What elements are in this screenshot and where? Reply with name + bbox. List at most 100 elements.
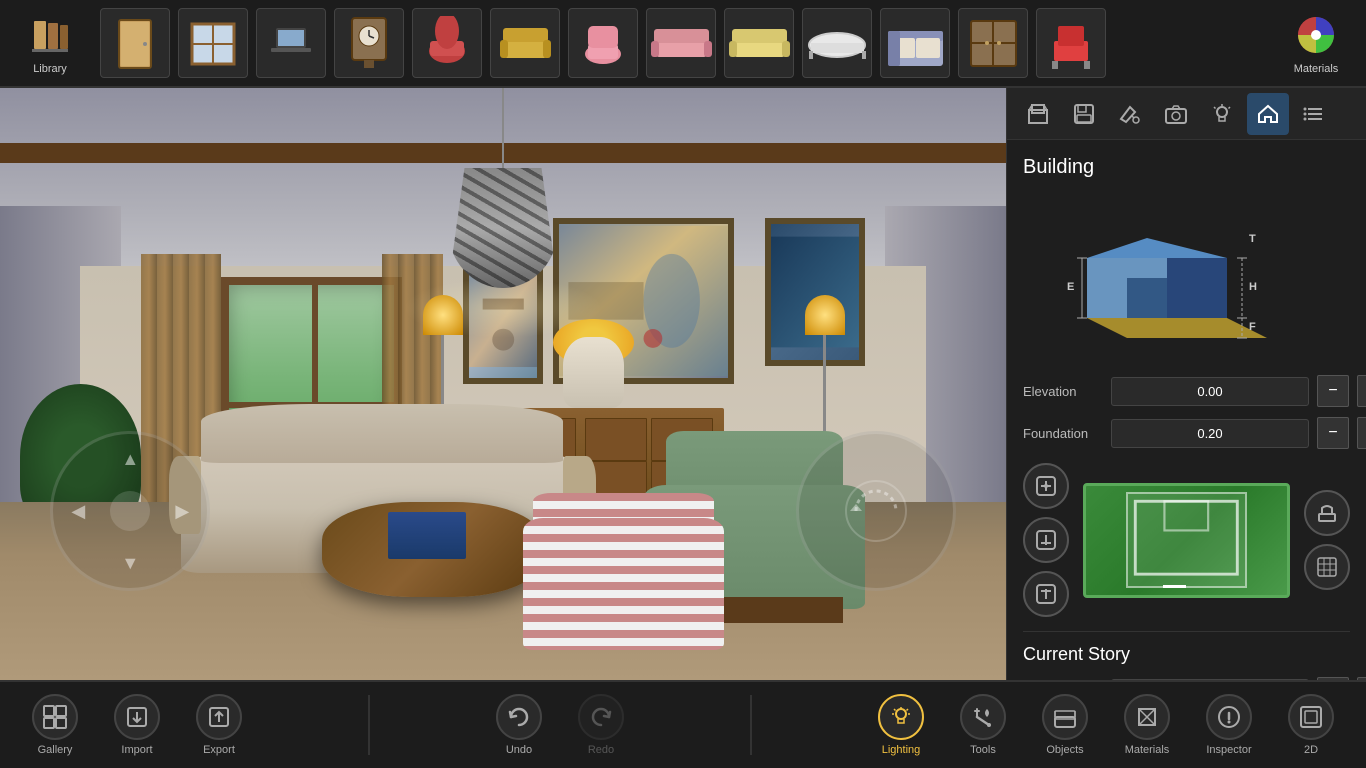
furniture-window[interactable] [178,8,248,78]
floor-lamp-left-head [423,295,463,335]
furniture-cabinet[interactable] [958,8,1028,78]
nav-right-arrow[interactable]: ▶ [167,496,197,526]
lighting-icon [878,694,924,740]
elevation-label: Elevation [1023,384,1103,399]
inspector-icon [1206,694,1252,740]
materials-icon [1292,11,1340,59]
nav-control-right[interactable] [796,431,956,591]
nav-up-arrow[interactable]: ▲ [115,444,145,474]
panel-top-icons [1007,88,1366,140]
elevation-increase-btn[interactable]: + [1357,375,1366,407]
building-title: Building [1023,156,1350,179]
objects-label: Objects [1046,744,1083,756]
lamp-cord [502,88,504,168]
divider-2 [750,695,752,755]
lighting-label: Lighting [882,744,921,756]
foundation-increase-btn[interactable]: + [1357,417,1366,449]
svg-text:H: H [1249,281,1257,293]
materials-btn-bottom[interactable]: Materials [1112,694,1182,756]
striped-chair-body [523,518,724,651]
bottom-group-tools: Lighting Tools O [866,694,1346,756]
inspector-btn[interactable]: Inspector [1194,694,1264,756]
floor-plan-door [1163,585,1186,588]
lighting-btn[interactable]: Lighting [866,694,936,756]
materials-button[interactable]: Materials [1276,3,1356,83]
elevation-input[interactable] [1111,377,1309,406]
bottom-toolbar: Gallery Import Export [0,680,1366,768]
import-btn[interactable]: Import [102,694,172,756]
panel-light-btn[interactable] [1201,93,1243,135]
furniture-chair-red2[interactable] [1036,8,1106,78]
nav-down-arrow[interactable]: ▼ [115,548,145,578]
foundation-input[interactable] [1111,419,1309,448]
coffee-table [322,502,543,597]
elevation-decrease-btn[interactable]: − [1317,375,1349,407]
import-label: Import [121,744,152,756]
foundation-decrease-btn[interactable]: − [1317,417,1349,449]
striped-chair [523,485,724,651]
furniture-laptop[interactable] [256,8,326,78]
foundation-row: Foundation − + [1023,417,1350,449]
panel-list-btn[interactable] [1293,93,1335,135]
furniture-scroll [90,8,1276,78]
furniture-door[interactable] [100,8,170,78]
add-below-btn[interactable] [1023,517,1069,563]
furniture-bathtub[interactable] [802,8,872,78]
floor-plan-inner [1126,492,1247,588]
export-label: Export [203,744,235,756]
furniture-chair-red[interactable] [412,8,482,78]
nav-control-left[interactable]: ▲ ▼ ◀ ▶ [50,431,210,591]
redo-btn[interactable]: Redo [566,694,636,756]
library-button[interactable]: Library [10,3,90,83]
svg-text:E: E [1067,281,1074,293]
furniture-chair-pink[interactable] [568,8,638,78]
panel-save-btn[interactable] [1063,93,1105,135]
floor-lamp-right-head [805,295,845,335]
inspector-label: Inspector [1206,744,1251,756]
export-btn[interactable]: Export [184,694,254,756]
current-story-title: Current Story [1023,644,1350,665]
undo-icon [496,694,542,740]
panel-content: Building T [1007,140,1366,680]
elevation-row: Elevation − + [1023,375,1350,407]
add-story-btn[interactable] [1023,463,1069,509]
materials-label: Materials [1294,63,1339,75]
materials-icon-bottom [1124,694,1170,740]
stamp-btn[interactable] [1304,490,1350,536]
nav-left-arrow[interactable]: ◀ [63,496,93,526]
lamp-shade [448,168,558,288]
redo-icon [578,694,624,740]
furniture-sofa-yellow[interactable] [490,8,560,78]
vase [563,337,623,408]
nav-center [110,491,150,531]
panel-camera-btn[interactable] [1155,93,1197,135]
objects-btn[interactable]: Objects [1030,694,1100,756]
add-above-btn[interactable] [1023,571,1069,617]
library-icon [26,11,74,59]
svg-text:T: T [1249,233,1256,245]
materials-label-bottom: Materials [1125,744,1170,756]
2d-icon [1288,694,1334,740]
gallery-btn[interactable]: Gallery [20,694,90,756]
panel-home-btn[interactable] [1247,93,1289,135]
section-divider [1023,631,1350,632]
undo-btn[interactable]: Undo [484,694,554,756]
panel-building-btn[interactable] [1017,93,1059,135]
panel-paint-btn[interactable] [1109,93,1151,135]
nav-circle: ▲ ▼ ◀ ▶ [50,431,210,591]
furniture-sofa-yellow2[interactable] [724,8,794,78]
divider-1 [368,695,370,755]
2d-label: 2D [1304,744,1318,756]
2d-btn[interactable]: 2D [1276,694,1346,756]
bottom-group-left: Gallery Import Export [20,694,254,756]
furniture-bed[interactable] [880,8,950,78]
building-diagram: T H E F [1023,195,1350,355]
furniture-sofa-pink[interactable] [646,8,716,78]
tools-btn[interactable]: Tools [948,694,1018,756]
sofa-back [201,404,563,463]
import-icon [114,694,160,740]
floor-plan-preview[interactable] [1083,483,1290,598]
furniture-clock[interactable] [334,8,404,78]
main-viewport[interactable]: ▲ ▼ ◀ ▶ [0,88,1006,680]
texture-btn[interactable] [1304,544,1350,590]
